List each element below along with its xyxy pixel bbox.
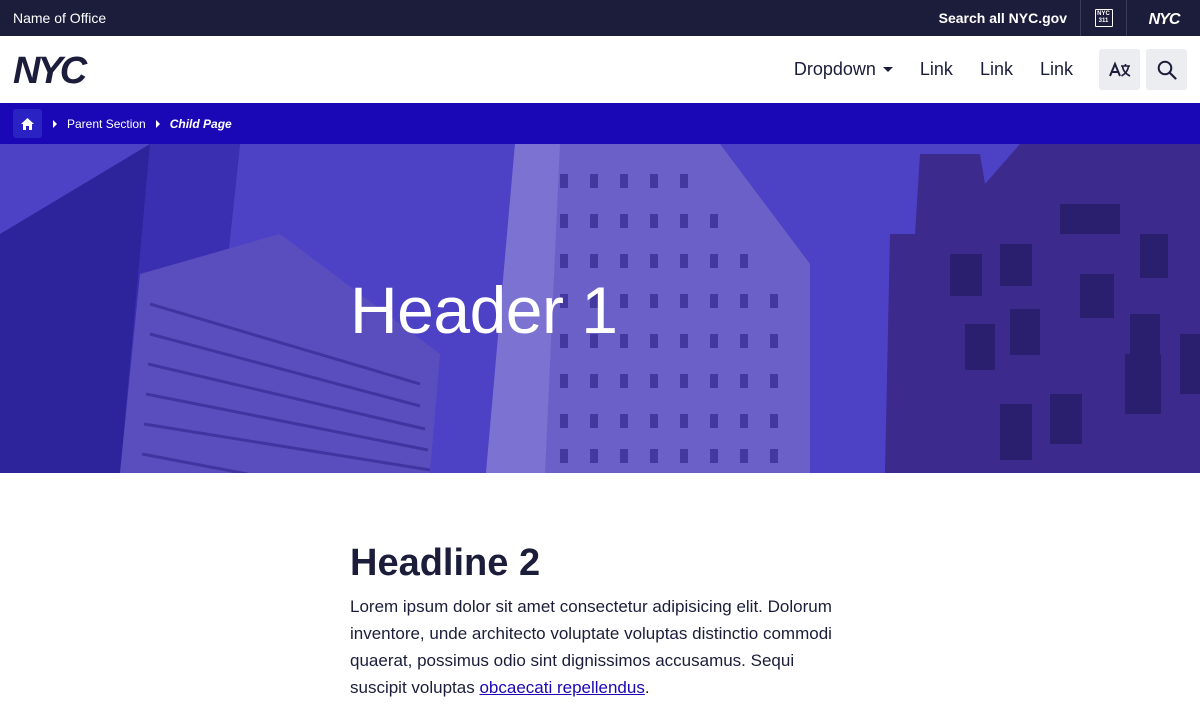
nav-link-3[interactable]: Link xyxy=(1040,59,1073,80)
home-icon xyxy=(21,117,34,130)
utility-bar: Name of Office Search all NYC.gov NYC 31… xyxy=(0,0,1200,36)
search-all-nyc-link[interactable]: Search all NYC.gov xyxy=(939,0,1080,36)
search-icon xyxy=(1157,60,1177,80)
nyc-mini-logo: NYC xyxy=(1148,11,1181,26)
paragraph-end: . xyxy=(644,678,650,697)
nyc-gov-home-link[interactable]: NYC xyxy=(1126,0,1200,36)
translate-button[interactable] xyxy=(1099,49,1140,90)
nav-link-1[interactable]: Link xyxy=(920,59,953,80)
nyc-logo-graphic: NYC xyxy=(13,53,91,87)
chevron-right-icon xyxy=(53,119,57,128)
breadcrumb-home[interactable] xyxy=(13,109,42,138)
headline: Headline 2 xyxy=(350,542,541,584)
office-name: Name of Office xyxy=(13,10,107,26)
caret-down-icon xyxy=(882,67,893,72)
body-paragraph: Lorem ipsum dolor sit amet consectetur a… xyxy=(350,593,850,701)
primary-nav: Dropdown Link Link Link xyxy=(794,36,1187,103)
main-content: Headline 2 Lorem ipsum dolor sit amet co… xyxy=(0,473,860,701)
hero-banner: Header 1 xyxy=(0,144,1200,473)
chevron-right-icon xyxy=(155,119,160,128)
search-button[interactable] xyxy=(1146,49,1187,90)
breadcrumb-current: Child Page xyxy=(169,116,232,131)
breadcrumb-parent[interactable]: Parent Section xyxy=(67,117,146,131)
nyc-logo-text: NYC xyxy=(13,53,88,87)
utility-bar-right: Search all NYC.gov NYC 311 NYC xyxy=(939,0,1200,36)
nyc311-icon: NYC 311 xyxy=(1094,9,1113,27)
breadcrumb: Parent Section Child Page xyxy=(0,103,1200,144)
nav-dropdown-label: Dropdown xyxy=(793,59,876,79)
nyc311-link[interactable]: NYC 311 xyxy=(1080,0,1126,36)
hero-title: Header 1 xyxy=(350,273,618,347)
translate-icon xyxy=(1108,60,1130,77)
main-header: NYC Dropdown Link Link Link xyxy=(0,36,1200,103)
inline-link[interactable]: obcaecati repellendus xyxy=(479,678,644,697)
nav-dropdown[interactable]: Dropdown xyxy=(794,59,893,80)
nav-link-2[interactable]: Link xyxy=(980,59,1013,80)
nyc-logo[interactable]: NYC xyxy=(13,53,113,87)
nyc-mini-logo-text: NYC xyxy=(1148,11,1180,26)
